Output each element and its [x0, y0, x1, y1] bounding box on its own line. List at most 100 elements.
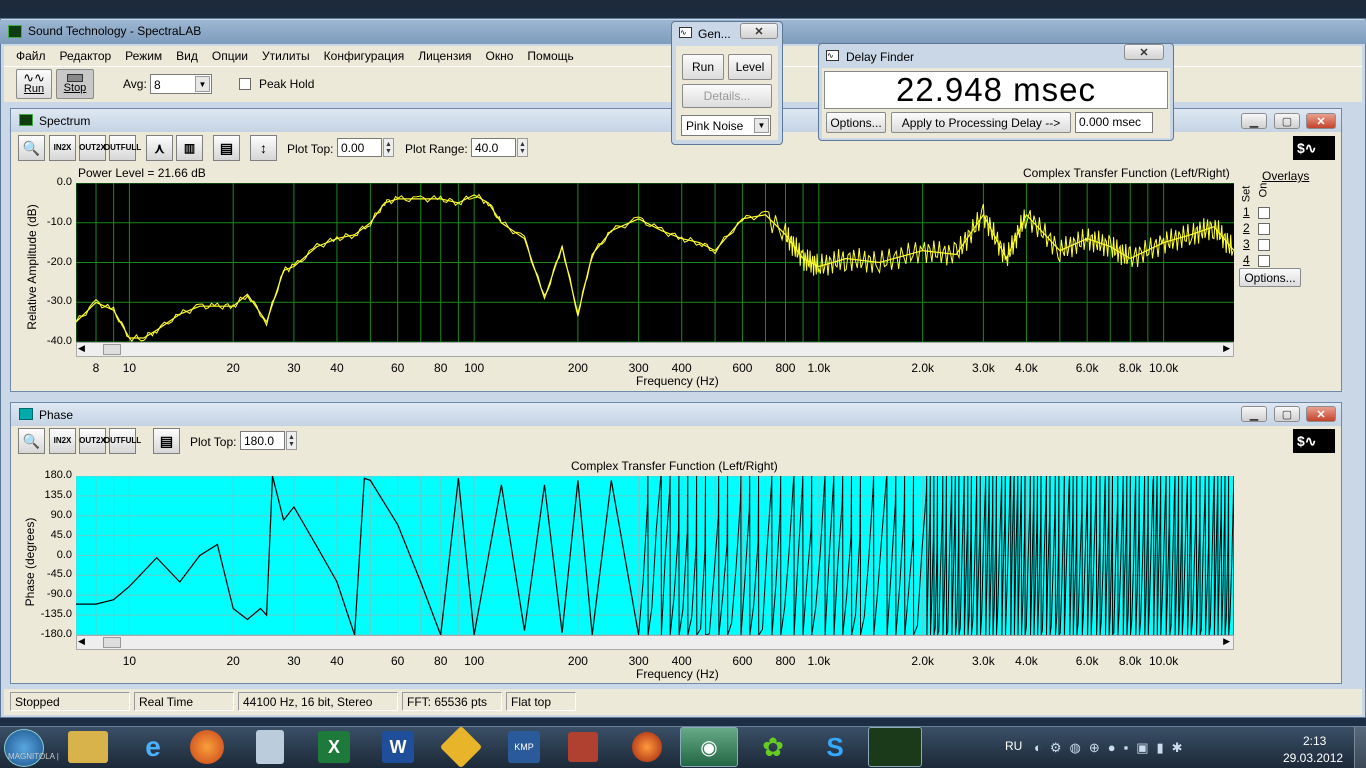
ie-icon[interactable]: e [130, 727, 176, 767]
overlay-on-checkbox-1[interactable] [1258, 207, 1270, 219]
overlay-on-checkbox-4[interactable] [1258, 255, 1270, 267]
overlays-options-button[interactable]: Options... [1239, 268, 1301, 287]
table-icon[interactable]: ▤ [213, 135, 240, 161]
spectralab-taskbar-icon[interactable] [868, 727, 922, 767]
plot-range-input[interactable]: 40.0 [471, 138, 516, 157]
bar-graph-icon[interactable]: ▥ [176, 135, 203, 161]
show-desktop-button[interactable] [1354, 727, 1366, 768]
phase-plot-top-input[interactable]: 180.0 [240, 431, 285, 450]
phase-titlebar[interactable]: Phase [11, 403, 1341, 426]
zoom-in-2x-button[interactable]: IN 2X [49, 135, 76, 161]
delay-readout: 22.948 msec [824, 71, 1168, 109]
radio-icon[interactable]: ◉ [680, 727, 738, 767]
excel-icon[interactable]: X [318, 731, 350, 763]
phase-minimize-button[interactable]: ▁ [1241, 406, 1267, 422]
archiver-icon[interactable] [568, 732, 598, 762]
phase-scroll-left-icon[interactable]: ◀ [78, 636, 85, 647]
peak-marker-icon[interactable]: ⋏ [146, 135, 173, 161]
start-button[interactable] [4, 729, 44, 767]
phase-maximize-button[interactable]: ▢ [1274, 406, 1300, 422]
spectrum-close-button[interactable]: ✕ [1306, 113, 1336, 129]
generator-close-button[interactable]: ✕ [740, 23, 778, 39]
x-tick-label: 1.0k [807, 654, 831, 668]
overlay-on-checkbox-2[interactable] [1258, 223, 1270, 235]
explorer-icon[interactable] [68, 731, 108, 763]
spectrum-plot[interactable] [76, 183, 1234, 342]
phase-plot[interactable] [76, 476, 1234, 635]
language-indicator[interactable]: RU [1005, 739, 1022, 753]
overlay-set-4[interactable]: 4 [1243, 253, 1250, 267]
phase-x-axis-label: Frequency (Hz) [636, 667, 719, 681]
phase-zoom-in-2x-button[interactable]: IN 2X [49, 428, 76, 454]
x-tick-label: 80 [434, 361, 448, 375]
tray-icons[interactable]: ◐⚙◍⊕●▪▣▮✱ [1034, 740, 1254, 756]
menu-item-5[interactable]: Утилиты [262, 49, 310, 63]
phase-zoom-out-full-button[interactable]: OUT FULL [104, 428, 141, 454]
zoom-out-2x-button[interactable]: OUT 2X [79, 135, 106, 161]
scroll-left-icon[interactable]: ◀ [78, 343, 85, 354]
menu-item-3[interactable]: Вид [176, 49, 198, 63]
generator-signal-select[interactable]: Pink Noise ▼ [681, 115, 771, 136]
menu-item-1[interactable]: Редактор [60, 49, 112, 63]
icq-icon[interactable]: ✿ [744, 727, 802, 767]
spectrum-minimize-button[interactable]: ▁ [1241, 113, 1267, 129]
overlay-set-3[interactable]: 3 [1243, 237, 1250, 251]
clock-date[interactable]: 29.03.2012 [1283, 751, 1343, 765]
scale-icon[interactable]: ↕ [250, 135, 277, 161]
y-tick-label: -45.0 [46, 568, 72, 581]
menu-item-0[interactable]: Файл [16, 49, 46, 63]
menu-item-8[interactable]: Окно [486, 49, 514, 63]
phase-zoom-in-label: IN [53, 436, 62, 445]
overlay-set-1[interactable]: 1 [1243, 205, 1250, 219]
overlay-set-2[interactable]: 2 [1243, 221, 1250, 235]
skype-icon[interactable]: S [806, 727, 864, 767]
word-icon[interactable]: W [382, 731, 414, 763]
zoom-out-full-button[interactable]: OUT FULL [104, 135, 141, 161]
zoom-icon[interactable]: 🔍 [18, 135, 45, 161]
phase-scroll-thumb[interactable] [103, 637, 121, 648]
plot-top-input[interactable]: 0.00 [337, 138, 382, 157]
y-tick-label: -40.0 [46, 335, 72, 347]
y-tick-label: 180.0 [44, 469, 72, 481]
phase-plot-top-stepper[interactable]: ▲ ▼ [286, 431, 297, 450]
generator-level-button[interactable]: Level [728, 54, 772, 80]
generator-chevron-down-icon[interactable]: ▼ [754, 118, 769, 133]
scroll-thumb[interactable] [103, 344, 121, 355]
calculator-icon[interactable] [256, 730, 284, 764]
kmplayer-icon[interactable]: KMP [508, 731, 540, 763]
plot-top-stepper[interactable]: ▲ ▼ [383, 138, 394, 157]
stop-button[interactable]: Stop [56, 69, 94, 99]
spectrum-icon [19, 114, 33, 126]
delay-options-button[interactable]: Options... [826, 112, 886, 133]
chevron-down-icon[interactable]: ▼ [195, 76, 210, 92]
x-tick-label: 20 [226, 361, 240, 375]
scroll-right-icon[interactable]: ▶ [1223, 343, 1230, 354]
spectrum-maximize-button[interactable]: ▢ [1274, 113, 1300, 129]
phase-close-button[interactable]: ✕ [1306, 406, 1336, 422]
phase-scroll-right-icon[interactable]: ▶ [1223, 636, 1230, 647]
apply-delay-button[interactable]: Apply to Processing Delay --> [891, 112, 1071, 133]
menu-item-2[interactable]: Режим [125, 49, 162, 63]
menu-item-7[interactable]: Лицензия [418, 49, 471, 63]
menu-item-4[interactable]: Опции [212, 49, 248, 63]
clock-time[interactable]: 2:13 [1303, 734, 1326, 748]
plot-range-stepper[interactable]: ▲ ▼ [517, 138, 528, 157]
phase-zoom-out-2x-button[interactable]: OUT 2X [79, 428, 106, 454]
spectrum-scrollbar[interactable]: ◀ ▶ [76, 342, 1234, 357]
avg-select[interactable]: 8 ▼ [150, 74, 212, 94]
run-button[interactable]: ∿∿ Run [16, 69, 52, 99]
menu-item-9[interactable]: Помощь [527, 49, 573, 63]
overlay-on-checkbox-3[interactable] [1258, 239, 1270, 251]
firefox-icon[interactable] [190, 730, 224, 764]
delay-finder-titlebar[interactable]: ∿ Delay Finder [819, 44, 1173, 68]
generator-run-button[interactable]: Run [682, 54, 724, 80]
processing-delay-input[interactable]: 0.000 msec [1075, 112, 1153, 133]
phase-table-icon[interactable]: ▤ [153, 428, 180, 454]
menu-item-6[interactable]: Конфигурация [324, 49, 405, 63]
phase-scrollbar[interactable]: ◀ ▶ [76, 635, 1234, 650]
burner-icon[interactable] [632, 732, 662, 762]
phase-zoom-icon[interactable]: 🔍 [18, 428, 45, 454]
generator-details-button[interactable]: Details... [682, 84, 772, 108]
peak-hold-checkbox[interactable] [239, 78, 251, 90]
delay-finder-close-button[interactable]: ✕ [1124, 44, 1164, 60]
